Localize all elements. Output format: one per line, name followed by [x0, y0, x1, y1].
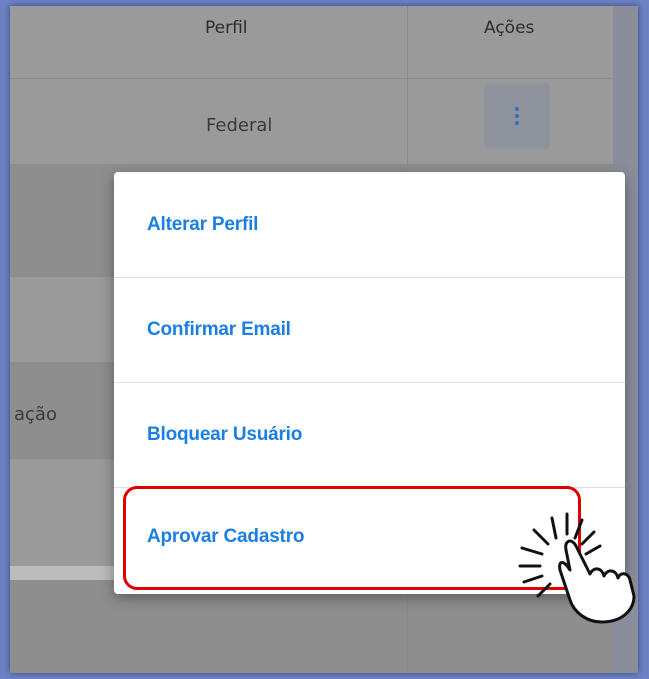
column-header-acoes: Ações [484, 18, 535, 38]
pointer-click-icon [518, 512, 636, 624]
more-vertical-icon [515, 107, 519, 125]
menu-item-label: Confirmar Email [147, 318, 291, 340]
cell-perfil: Federal [206, 115, 273, 136]
menu-item-confirmar-email[interactable]: Confirmar Email [114, 277, 625, 383]
menu-item-bloquear-usuario[interactable]: Bloquear Usuário [114, 382, 625, 488]
row-actions-button[interactable] [484, 83, 550, 149]
menu-item-alterar-perfil[interactable]: Alterar Perfil [114, 172, 625, 278]
column-header-perfil: Perfil [205, 18, 248, 38]
menu-item-label: Bloquear Usuário [147, 423, 303, 445]
cell-fragment: ação [14, 404, 57, 425]
menu-item-label: Alterar Perfil [147, 213, 259, 235]
